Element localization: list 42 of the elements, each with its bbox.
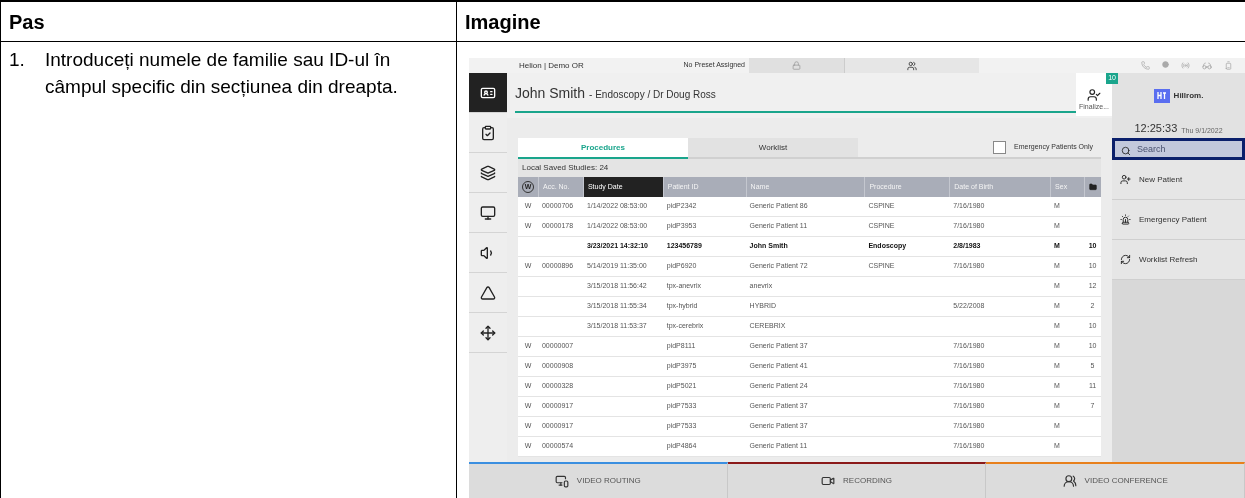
brand-name: Hillrom. bbox=[1173, 89, 1204, 102]
refresh-icon bbox=[1120, 254, 1131, 265]
column-header: Pas bbox=[9, 9, 45, 35]
phone-icon bbox=[1141, 60, 1150, 70]
triangle-icon bbox=[480, 284, 496, 301]
user-plus-icon bbox=[1120, 174, 1131, 185]
glasses-icon bbox=[1202, 60, 1212, 71]
logo-icon bbox=[1153, 88, 1170, 103]
bottom-tab[interactable]: VIDEO CONFERENCE bbox=[986, 462, 1245, 498]
procedure-doctor: - Endoscopy / Dr Doug Ross bbox=[589, 88, 716, 102]
battery-icon bbox=[1224, 60, 1233, 70]
studies-count: Local Saved Studies: 24 bbox=[522, 162, 609, 174]
people-icon bbox=[1062, 474, 1077, 488]
lock-icon bbox=[792, 61, 801, 70]
folder-icon bbox=[1089, 183, 1098, 191]
camera-icon bbox=[821, 474, 836, 488]
stacked-squares-icon bbox=[480, 164, 496, 181]
tab[interactable]: Worklist bbox=[688, 138, 858, 159]
location-label: Helion | Demo OR bbox=[519, 59, 585, 72]
clock-time: 12:25:33 bbox=[1134, 120, 1178, 136]
sidebar-tab[interactable] bbox=[469, 73, 507, 113]
step-number: 1. bbox=[9, 48, 26, 72]
arrows-icon bbox=[480, 324, 496, 341]
search-icon bbox=[1121, 146, 1131, 156]
column-header: Imagine bbox=[465, 9, 541, 35]
monitors-icon bbox=[554, 474, 569, 488]
signal-icon bbox=[1181, 60, 1190, 70]
search-field[interactable]: Search bbox=[1115, 141, 1242, 157]
beacon-icon bbox=[1120, 214, 1131, 225]
action-button[interactable]: New Patient bbox=[1112, 160, 1245, 200]
clipboard-check-icon bbox=[480, 124, 496, 141]
bottom-tab[interactable]: VIDEO ROUTING bbox=[469, 462, 728, 498]
users-icon bbox=[907, 60, 917, 71]
action-button[interactable]: Emergency Patient bbox=[1112, 200, 1245, 240]
monitors-icon bbox=[480, 204, 496, 221]
checkbox[interactable] bbox=[993, 141, 1006, 154]
patient-name: John Smith bbox=[515, 84, 586, 103]
step-text: Introduceți numele de familie sau ID-ul în câmpul specific din secțiunea din dreapta. bbox=[45, 48, 399, 99]
action-button[interactable]: Worklist Refresh bbox=[1112, 240, 1245, 280]
user-check-icon bbox=[1087, 87, 1101, 102]
bottom-tab[interactable]: RECORDING bbox=[727, 462, 987, 498]
dot-icon bbox=[1162, 60, 1169, 68]
